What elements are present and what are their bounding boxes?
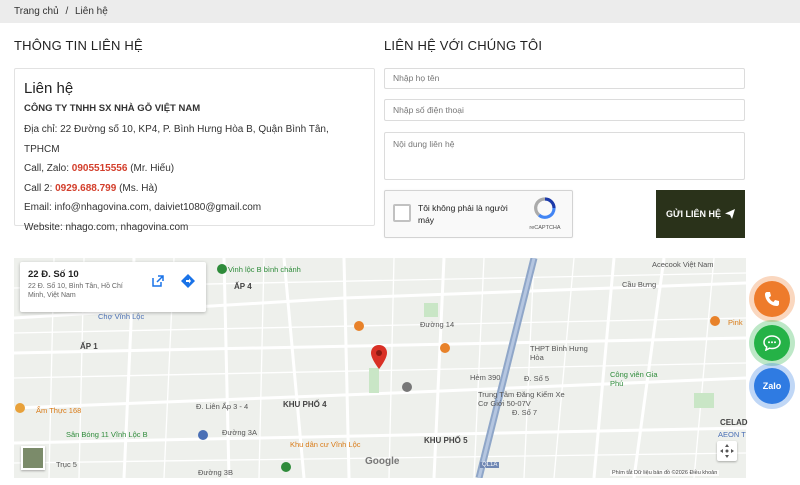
map-place-card: 22 Đ. Số 10 22 Đ. Số 10, Bình Tân, Hồ Ch… xyxy=(20,262,206,312)
map-label: Đường 3A xyxy=(222,428,257,437)
poi-marker-icon xyxy=(198,430,208,440)
map-label: Đ. Số 5 xyxy=(524,374,550,383)
chat-bubble-icon xyxy=(763,335,781,351)
recaptcha-checkbox[interactable] xyxy=(393,204,411,222)
name-input[interactable]: Nhập họ tên xyxy=(384,68,745,89)
external-link-icon xyxy=(152,275,164,287)
map-label: Khu dân cư Vĩnh Lộc xyxy=(290,440,361,449)
map-label: Trung Tâm Đăng Kiểm Xe Cơ Giới 50-07V xyxy=(478,390,565,408)
map-label: KHU PHỐ 5 xyxy=(424,436,468,445)
call2-number-link[interactable]: 0929.688.799 xyxy=(55,183,116,194)
map-label: ẤP 4 xyxy=(234,282,252,291)
map-card-title: 22 Đ. Số 10 xyxy=(28,269,79,280)
map-card-address: 22 Đ. Số 10, Bình Tân, Hồ Chí Minh, Việt… xyxy=(28,283,123,299)
open-in-maps-button[interactable] xyxy=(148,271,168,291)
call2-line: Call 2: 0929.688.799 (Ms. Hà) xyxy=(24,179,365,199)
contact-info-section: THÔNG TIN LIÊN HỆ xyxy=(14,38,376,60)
map-footer[interactable]: Phím tắt Dữ liệu bản đồ ©2026 Điều khoản xyxy=(610,470,720,476)
floating-zalo-button[interactable]: Zalo xyxy=(754,368,790,404)
poi-marker-icon xyxy=(354,321,364,331)
recaptcha-logo: reCAPTCHA xyxy=(524,197,566,231)
recaptcha-widget: Tôi không phải là người máy reCAPTCHA xyxy=(384,190,573,238)
submit-contact-button[interactable]: GỬI LIÊN HỆ xyxy=(656,190,745,238)
poi-marker-icon xyxy=(440,343,450,353)
phone-input[interactable]: Nhập số điện thoại xyxy=(384,99,745,121)
map-label: THPT Bình Hưng Hòa xyxy=(530,344,588,362)
phone-icon xyxy=(765,292,779,306)
directions-button[interactable] xyxy=(178,271,198,291)
contact-form-title: LIÊN HỆ VỚI CHÚNG TÔI xyxy=(384,38,543,53)
message-textarea[interactable]: Nội dung liên hệ xyxy=(384,132,745,180)
recaptcha-label: Tôi không phải là người máy xyxy=(418,203,508,225)
contact-form-section: LIÊN HỆ VỚI CHÚNG TÔI xyxy=(384,38,746,60)
satellite-view-toggle[interactable] xyxy=(21,446,45,470)
submit-label: GỬI LIÊN HỆ xyxy=(666,209,721,219)
map-label: ẤP 1 xyxy=(80,342,98,351)
map-label: CELAD xyxy=(720,418,748,427)
poi-marker-icon xyxy=(710,316,720,326)
map-label: Trục 5 xyxy=(56,460,77,469)
map-label: Chợ Vĩnh Lộc xyxy=(98,312,145,321)
floating-phone-button[interactable] xyxy=(754,281,790,317)
map-label: Công viên Gia Phú xyxy=(610,370,658,388)
contact-box-title: Liên hệ xyxy=(24,80,74,97)
map-label: Pink xyxy=(728,318,743,327)
directions-icon xyxy=(181,274,195,288)
map-label: Đ. Liên Ấp 3 - 4 xyxy=(196,402,249,411)
map-label: Đường 14 xyxy=(420,320,455,329)
map-label: Vinh lộc B bình chánh xyxy=(228,265,301,274)
map-label: Cầu Bưng xyxy=(622,280,657,289)
map-label: Acecook Việt Nam xyxy=(652,260,714,269)
map-label: KHU PHỐ 4 xyxy=(283,400,327,409)
poi-marker-icon xyxy=(402,382,412,392)
breadcrumb-home-link[interactable]: Trang chủ xyxy=(14,6,59,17)
map-label: Đường 3B xyxy=(198,468,233,477)
poi-marker-icon xyxy=(217,264,227,274)
breadcrumb: Trang chủ / Liên hệ xyxy=(0,0,800,23)
breadcrumb-separator: / xyxy=(65,6,69,17)
contact-info-title: THÔNG TIN LIÊN HỆ xyxy=(14,38,143,53)
breadcrumb-current: Liên hệ xyxy=(75,6,108,17)
email-line: Email: info@nhagovina.com, daiviet1080@g… xyxy=(24,202,262,213)
map-label: Sân Bóng 11 Vĩnh Lộc B xyxy=(66,430,148,439)
website-line: Website: nhago.com, nhagovina.com xyxy=(24,221,189,233)
call1-line: Call, Zalo: 0905515556 (Mr. Hiếu) xyxy=(24,159,365,179)
recaptcha-icon xyxy=(534,197,556,219)
send-icon xyxy=(724,209,735,219)
floating-message-button[interactable] xyxy=(754,325,790,361)
move-icon xyxy=(720,444,734,458)
map-label: Hẻm 390 xyxy=(470,373,501,382)
location-pin-icon xyxy=(371,345,387,369)
call2-prefix: Call 2: xyxy=(24,182,56,194)
map-camera-control[interactable] xyxy=(717,441,737,461)
recaptcha-brand: reCAPTCHA xyxy=(529,225,561,231)
map-label: QL1A xyxy=(480,462,500,468)
map-label: AEON T xyxy=(718,430,746,439)
google-logo: Google xyxy=(365,456,400,467)
call1-number-link[interactable]: 0905515556 xyxy=(72,163,128,174)
company-name: CÔNG TY TNHH SX NHÀ GỖ VIỆT NAM xyxy=(24,103,201,114)
contact-info-box: Liên hệ CÔNG TY TNHH SX NHÀ GỖ VIỆT NAM … xyxy=(14,68,375,233)
zalo-label: Zalo xyxy=(762,381,782,391)
map-label: Ẩm Thực 168 xyxy=(36,406,82,415)
call1-prefix: Call, Zalo: xyxy=(24,163,72,174)
call1-suffix: (Mr. Hiếu) xyxy=(127,163,175,174)
poi-marker-icon xyxy=(281,462,291,472)
address-line: Địa chỉ: 22 Đường số 10, KP4, P. Bình Hư… xyxy=(24,124,329,155)
map-label: Đ. Số 7 xyxy=(512,408,538,417)
call2-suffix: (Ms. Hà) xyxy=(116,182,158,194)
